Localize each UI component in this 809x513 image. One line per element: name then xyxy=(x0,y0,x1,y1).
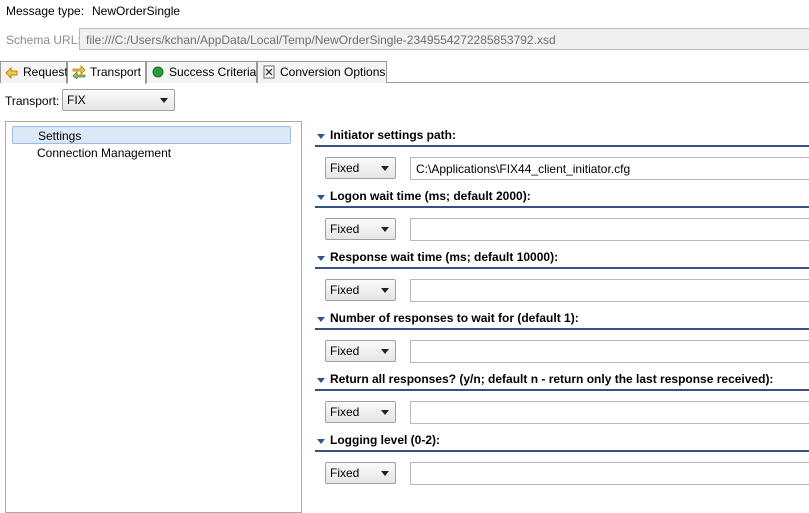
section-title: Logon wait time (ms; default 2000): xyxy=(330,189,531,203)
initiator-settings-mode-select[interactable]: Fixed xyxy=(325,157,396,179)
transport-select[interactable]: FIX xyxy=(62,89,175,111)
tab-request-label: Request xyxy=(23,65,68,79)
section-divider xyxy=(315,267,809,269)
collapse-triangle-icon xyxy=(317,195,325,200)
response-wait-time-input[interactable] xyxy=(410,279,809,302)
tree-item-label: Settings xyxy=(38,129,82,143)
mode-value: Fixed xyxy=(330,344,360,358)
section-title: Initiator settings path: xyxy=(330,128,456,142)
collapse-triangle-icon xyxy=(317,134,325,139)
section-divider xyxy=(315,145,809,147)
schema-url-field: file:///C:/Users/kchan/AppData/Local/Tem… xyxy=(79,28,809,50)
collapse-triangle-icon xyxy=(317,317,325,322)
logon-wait-time-input[interactable] xyxy=(410,218,809,241)
message-type-label: Message type: xyxy=(6,4,85,18)
mode-value: Fixed xyxy=(330,222,360,236)
number-of-responses-input[interactable] xyxy=(410,340,809,363)
section-divider xyxy=(315,328,809,330)
chevron-down-icon xyxy=(381,410,389,415)
transport-label: Transport: xyxy=(5,94,60,108)
collapse-triangle-icon xyxy=(317,439,325,444)
mode-value: Fixed xyxy=(330,161,360,175)
tab-request[interactable]: Request xyxy=(0,61,68,83)
mode-value: Fixed xyxy=(330,466,360,480)
mode-value: Fixed xyxy=(330,405,360,419)
settings-panel: Initiator settings path: Fixed C:\Applic… xyxy=(303,121,809,513)
request-icon xyxy=(5,66,18,79)
logging-level-mode-select[interactable]: Fixed xyxy=(325,462,396,484)
tree-item-settings[interactable]: Settings xyxy=(12,126,291,144)
section-title: Logging level (0-2): xyxy=(330,433,441,447)
chevron-down-icon xyxy=(381,227,389,232)
section-logging-level[interactable]: Logging level (0-2): xyxy=(315,432,809,452)
return-all-responses-input[interactable] xyxy=(410,401,809,424)
tree-item-connection-management[interactable]: Connection Management xyxy=(12,144,291,162)
tree-item-label: Connection Management xyxy=(37,146,172,160)
section-title: Return all responses? (y/n; default n - … xyxy=(330,372,774,386)
success-criteria-icon xyxy=(152,66,164,78)
section-title: Response wait time (ms; default 10000): xyxy=(330,250,559,264)
schema-url-row: Schema URL: file:///C:/Users/kchan/AppDa… xyxy=(0,27,809,51)
tab-conversion-options[interactable]: Conversion Options xyxy=(257,61,387,83)
logging-level-input[interactable] xyxy=(410,462,809,485)
chevron-down-icon xyxy=(381,166,389,171)
tab-transport-label: Transport xyxy=(90,65,141,79)
collapse-triangle-icon xyxy=(317,256,325,261)
chevron-down-icon xyxy=(381,288,389,293)
schema-url-label: Schema URL: xyxy=(6,33,81,47)
tab-success-criteria-label: Success Criteria xyxy=(169,65,257,79)
return-all-responses-mode-select[interactable]: Fixed xyxy=(325,401,396,423)
transport-row: Transport: FIX xyxy=(0,89,809,113)
chevron-down-icon xyxy=(160,98,168,103)
section-return-all-responses[interactable]: Return all responses? (y/n; default n - … xyxy=(315,371,809,391)
section-divider xyxy=(315,206,809,208)
section-divider xyxy=(315,389,809,391)
tab-conversion-options-label: Conversion Options xyxy=(280,65,386,79)
section-title: Number of responses to wait for (default… xyxy=(330,311,579,325)
editor-tab-bar: Request Transport Success Criteria Conve… xyxy=(0,61,809,84)
conversion-options-icon xyxy=(263,65,275,79)
message-type-field[interactable]: NewOrderSingle xyxy=(85,0,809,21)
chevron-down-icon xyxy=(381,349,389,354)
chevron-down-icon xyxy=(381,471,389,476)
section-logon-wait-time[interactable]: Logon wait time (ms; default 2000): xyxy=(315,188,809,208)
section-response-wait-time[interactable]: Response wait time (ms; default 10000): xyxy=(315,249,809,269)
response-wait-mode-select[interactable]: Fixed xyxy=(325,279,396,301)
logon-wait-mode-select[interactable]: Fixed xyxy=(325,218,396,240)
tab-transport[interactable]: Transport xyxy=(67,61,146,84)
section-divider xyxy=(315,450,809,452)
transport-selected-value: FIX xyxy=(67,93,86,107)
tab-success-criteria[interactable]: Success Criteria xyxy=(146,61,257,83)
initiator-settings-path-input[interactable]: C:\Applications\FIX44_client_initiator.c… xyxy=(410,157,809,180)
transport-icon xyxy=(72,65,86,79)
collapse-triangle-icon xyxy=(317,378,325,383)
mode-value: Fixed xyxy=(330,283,360,297)
settings-tree: Settings Connection Management xyxy=(5,121,302,513)
number-of-responses-mode-select[interactable]: Fixed xyxy=(325,340,396,362)
section-number-of-responses[interactable]: Number of responses to wait for (default… xyxy=(315,310,809,330)
section-initiator-settings-path[interactable]: Initiator settings path: xyxy=(315,127,809,147)
message-type-row: Message type: NewOrderSingle xyxy=(0,0,809,22)
